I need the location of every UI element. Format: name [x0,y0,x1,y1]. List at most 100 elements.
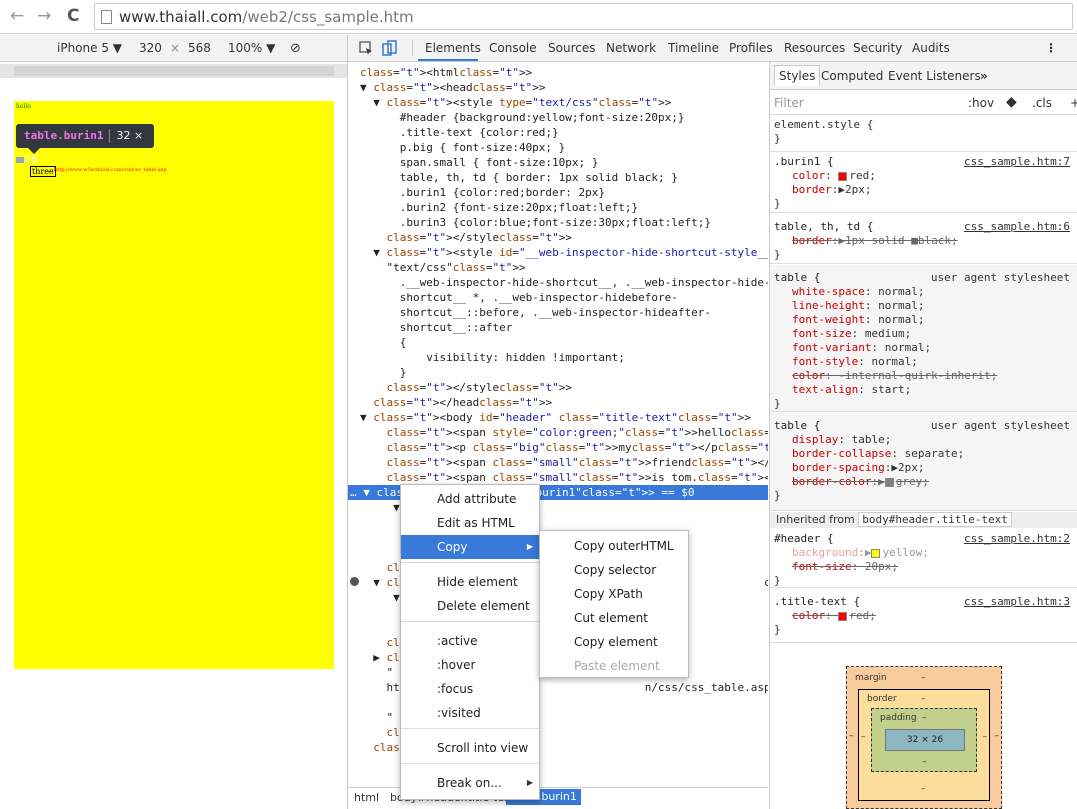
css-property[interactable]: border-spacing:▶2px; [774,461,1074,475]
dom-node[interactable]: class="t"><p class="big"class="t">>mycla… [348,440,769,455]
page-preview[interactable]: hello three http://www.w3schools.com/css… [14,101,334,669]
menu-copy-element[interactable]: Copy element [540,630,688,654]
zoom-select[interactable]: 100% ▼ [228,41,275,55]
dom-node[interactable]: .burin3 {color:blue;font-size:30px;float… [348,215,768,230]
forward-button[interactable]: → [37,6,51,26]
tab-audits[interactable]: Audits [912,41,950,55]
tab-elements[interactable]: Elements [425,41,481,55]
css-property[interactable]: white-space: normal; [774,285,1074,299]
css-property[interactable]: font-size: 20px; [774,560,1074,574]
menu-visited[interactable]: :visited [401,701,539,725]
tab-styles[interactable]: Styles [774,65,821,86]
tab-console[interactable]: Console [489,41,537,55]
dom-node[interactable]: .title-text {color:red;} [348,125,768,140]
dom-node[interactable]: ▼ class="t"><headclass="t">> [348,80,768,95]
more-tabs-icon[interactable]: » [980,69,988,83]
menu-add-attribute[interactable]: Add attribute [401,487,539,511]
dom-node[interactable]: visibility: hidden !important; [348,350,768,365]
tab-timeline[interactable]: Timeline [668,41,719,55]
css-property[interactable]: border-color:▶ grey; [774,475,1074,489]
device-mode-icon[interactable] [382,40,398,56]
dom-node[interactable]: class="t"><span style="color:green;"clas… [348,425,769,440]
menu-focus[interactable]: :focus [401,677,539,701]
css-property[interactable]: color: red; [774,609,1074,623]
dom-node[interactable]: "text/css"class="t">> [348,260,768,275]
css-property[interactable]: border:▶1px solid ■black; [774,234,1074,248]
dom-node[interactable]: .burin1 {color:red;border: 2px} [348,185,768,200]
css-property[interactable]: background:▶ yellow; [774,546,1074,560]
dom-node[interactable]: class="t"></styleclass="t">> [348,380,768,395]
css-property[interactable]: border-collapse: separate; [774,447,1074,461]
dom-node[interactable]: shortcut__ *, .__web-inspector-hidebefor… [348,290,768,305]
dom-node[interactable]: .burin2 {font-size:20px;float:left;} [348,200,768,215]
dom-node[interactable]: span.small { font-size:10px; } [348,155,768,170]
css-property[interactable]: color: red; [774,169,1074,183]
color-swatch[interactable] [871,548,881,558]
rule-source-link[interactable]: css_sample.htm:2 [964,532,1070,546]
inspect-icon[interactable] [358,40,374,56]
menu-copy[interactable]: Copy ▶ [401,535,539,559]
dom-node[interactable]: class="t"><htmlclass="t">> [348,65,768,80]
inherited-pill[interactable]: body#header.title-text [858,512,1012,527]
more-menu-icon[interactable]: ⋮ [1045,41,1057,55]
dom-node[interactable]: ▼ class="t"><style id="__web-inspector-h… [348,245,768,260]
device-select[interactable]: iPhone 5 ▼ [57,41,122,55]
css-property[interactable]: font-weight: normal; [774,313,1074,327]
rule-source-link[interactable]: css_sample.htm:3 [964,595,1070,609]
css-property[interactable]: font-style: normal; [774,355,1074,369]
new-rule-button[interactable]: + [1070,96,1077,110]
rule-source-link[interactable]: css_sample.htm:6 [964,220,1070,234]
css-property[interactable]: line-height: normal; [774,299,1074,313]
filter-input[interactable]: Filter [774,96,804,110]
back-button[interactable]: ← [10,6,24,26]
css-property[interactable]: display: table; [774,433,1074,447]
dom-node[interactable]: ▼ class="t"><body id="header" class="tit… [348,410,768,425]
color-swatch[interactable] [838,171,848,181]
dom-node[interactable]: class="t"><span class="small"class="t">>… [348,455,769,470]
dom-node[interactable]: { [348,335,768,350]
tab-network[interactable]: Network [606,41,656,55]
dom-node[interactable]: class="t"><span class="small"class="t">>… [348,470,769,485]
menu-active[interactable]: :active [401,629,539,653]
css-property[interactable]: color: -internal-quirk-inherit; [774,369,1074,383]
menu-delete-element[interactable]: Delete element [401,594,539,618]
dom-node[interactable]: .__web-inspector-hide-shortcut__, .__web… [348,275,768,290]
menu-hover[interactable]: :hover [401,653,539,677]
rule-source-link[interactable]: css_sample.htm:7 [964,155,1070,169]
dom-node[interactable]: class="t"></styleclass="t">> [348,230,768,245]
dom-node[interactable]: } [348,365,768,380]
dom-node[interactable]: table, th, td { border: 1px solid black;… [348,170,768,185]
dom-node[interactable]: shortcut__::before, .__web-inspector-hid… [348,305,768,320]
menu-cut-element[interactable]: Cut element [540,606,688,630]
url-field[interactable]: www.thaiall.com/web2/css_sample.htm [94,3,1073,30]
hov-toggle[interactable]: :hov [968,96,994,110]
menu-copy-outerhtml[interactable]: Copy outerHTML [540,534,688,558]
link-text[interactable]: http://www.w3schools.com/css/css_table.a… [54,167,167,173]
menu-hide-element[interactable]: Hide element [401,570,539,594]
device-width[interactable]: 320 [139,41,162,55]
reload-button[interactable]: C [67,6,79,26]
menu-copy-selector[interactable]: Copy selector [540,558,688,582]
menu-break-on[interactable]: Break on... ▶ [401,771,539,795]
tab-profiles[interactable]: Profiles [729,41,773,55]
tab-computed[interactable]: Computed [821,69,883,83]
css-property[interactable]: font-size: medium; [774,327,1074,341]
menu-scroll-into-view[interactable]: Scroll into view [401,736,539,760]
dom-node[interactable]: p.big { font-size:40px; } [348,140,768,155]
color-format-icon[interactable]: ◆ [1006,94,1017,110]
tab-resources[interactable]: Resources [784,41,845,55]
color-swatch[interactable] [884,477,894,487]
tab-security[interactable]: Security [853,41,902,55]
css-property[interactable]: text-align: start; [774,383,1074,397]
rotate-icon[interactable]: ⊘ [290,41,301,56]
crumb-html[interactable]: html [354,791,379,804]
color-swatch[interactable] [838,611,848,621]
dom-node[interactable]: #header {background:yellow;font-size:20p… [348,110,768,125]
menu-paste-element[interactable]: Paste element [540,654,688,678]
dom-node[interactable]: shortcut__::after [348,320,768,335]
css-property[interactable]: border:▶2px; [774,183,1074,197]
cls-toggle[interactable]: .cls [1032,96,1052,110]
css-property[interactable]: font-variant: normal; [774,341,1074,355]
tab-sources[interactable]: Sources [548,41,595,55]
menu-copy-xpath[interactable]: Copy XPath [540,582,688,606]
